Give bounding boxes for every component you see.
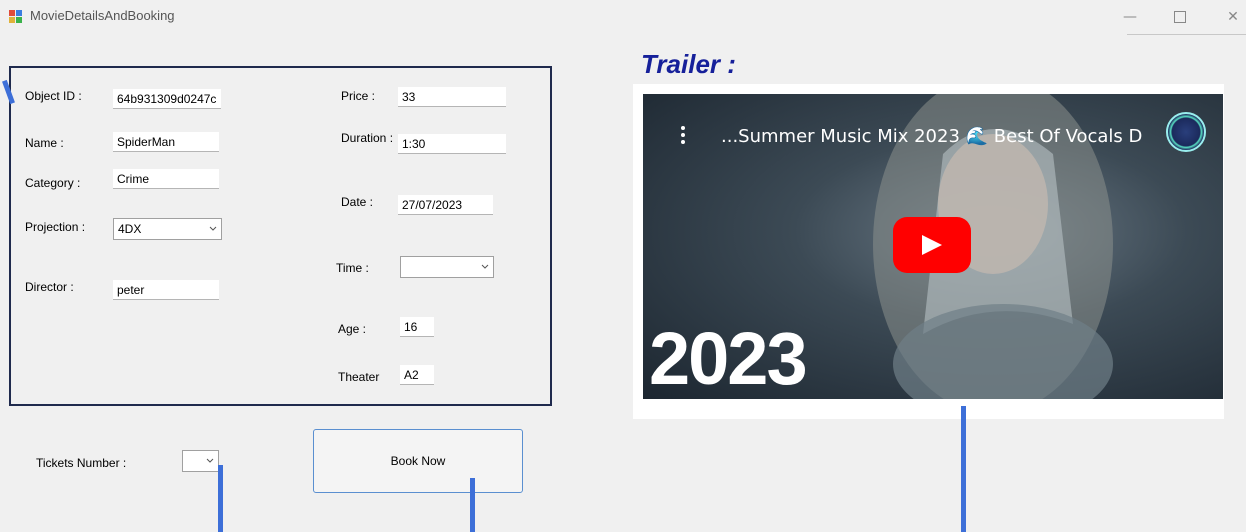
minimize-button[interactable]: —: [1115, 6, 1145, 28]
price-label: Price :: [341, 89, 376, 103]
tickets-number-dropdown[interactable]: [182, 450, 219, 472]
trailer-video[interactable]: ...Summer Music Mix 2023 🌊 Best Of Vocal…: [643, 94, 1223, 399]
maximize-button[interactable]: [1165, 6, 1195, 28]
name-label: Name :: [25, 136, 64, 150]
play-button[interactable]: [893, 217, 971, 273]
theater-field[interactable]: A2: [400, 365, 434, 385]
book-now-button[interactable]: Book Now: [313, 429, 523, 493]
window-title: MovieDetailsAndBooking: [30, 8, 175, 23]
annotation-line-book: [470, 478, 475, 532]
video-year-overlay: 2023: [649, 317, 808, 399]
projection-dropdown[interactable]: 4DX: [113, 218, 222, 240]
director-label: Director :: [25, 280, 74, 294]
channel-logo-icon[interactable]: [1166, 112, 1206, 152]
tickets-number-label: Tickets Number :: [36, 456, 127, 470]
video-title[interactable]: ...Summer Music Mix 2023 🌊 Best Of Vocal…: [721, 126, 1142, 147]
time-dropdown[interactable]: [400, 256, 494, 278]
director-field[interactable]: peter: [113, 280, 219, 300]
category-label: Category :: [25, 176, 81, 190]
video-menu-icon[interactable]: [681, 126, 685, 147]
age-field[interactable]: 16: [400, 317, 434, 337]
projection-value: 4DX: [118, 222, 142, 236]
category-field[interactable]: Crime: [113, 169, 219, 189]
price-field[interactable]: 33: [398, 87, 506, 107]
app-icon: [9, 10, 23, 24]
movie-details-panel: Object ID : 64b931309d0247c Name : Spide…: [9, 66, 552, 406]
trailer-heading: Trailer :: [641, 49, 736, 79]
date-label: Date :: [341, 195, 374, 209]
maximize-icon: [1174, 11, 1186, 23]
title-bar: MovieDetailsAndBooking — ✕: [0, 0, 1246, 35]
title-divider: [1127, 34, 1246, 35]
time-label: Time :: [336, 261, 369, 275]
projection-label: Projection :: [25, 220, 86, 234]
annotation-line-trailer: [961, 406, 966, 532]
annotation-line-tickets: [218, 465, 223, 532]
theater-label: Theater: [338, 370, 380, 384]
age-label: Age :: [338, 322, 367, 336]
chevron-down-icon: [209, 226, 217, 231]
close-button[interactable]: ✕: [1218, 6, 1246, 28]
play-icon: [922, 235, 942, 255]
object-id-label: Object ID :: [25, 89, 82, 103]
chevron-down-icon: [206, 458, 214, 463]
duration-field[interactable]: 1:30: [398, 134, 506, 154]
name-field[interactable]: SpiderMan: [113, 132, 219, 152]
object-id-field[interactable]: 64b931309d0247c: [113, 89, 221, 109]
date-field[interactable]: 27/07/2023: [398, 195, 493, 215]
duration-label: Duration :: [341, 131, 394, 145]
chevron-down-icon: [481, 264, 489, 269]
